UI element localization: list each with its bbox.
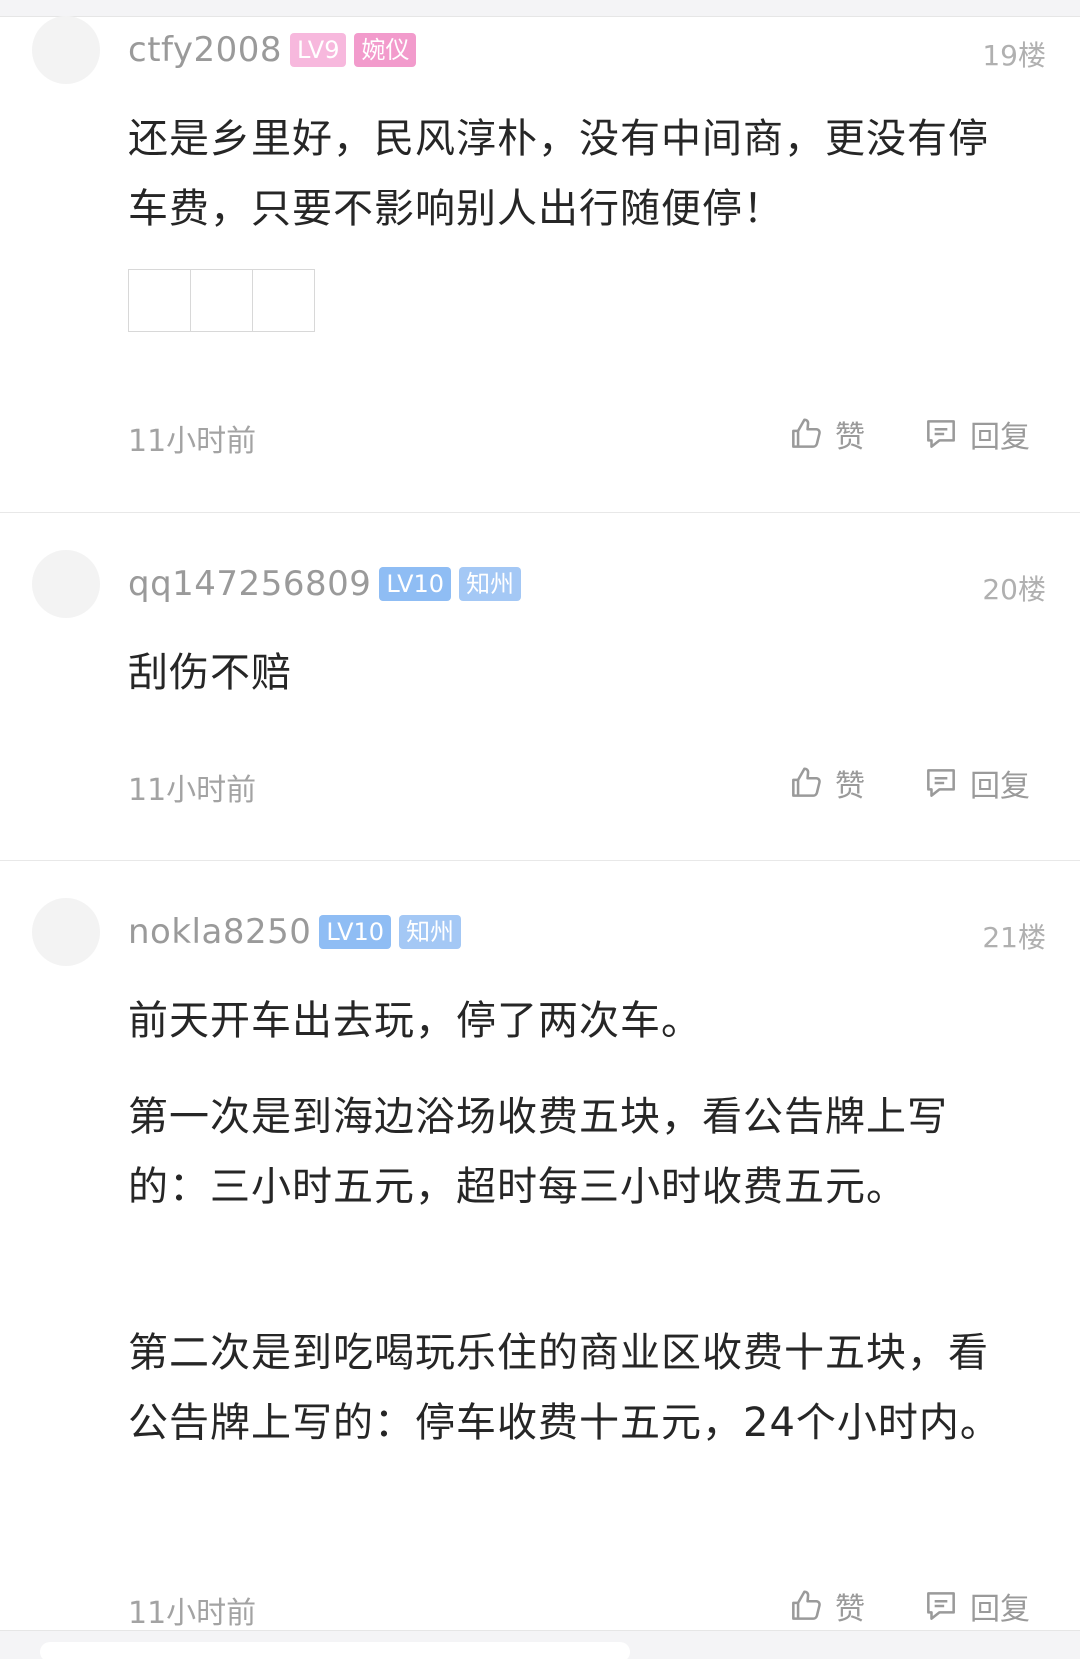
emoji-placeholder xyxy=(128,269,191,332)
username[interactable]: nokla8250 xyxy=(128,912,311,952)
like-button[interactable]: 赞 xyxy=(787,1584,865,1628)
reply-input-pill[interactable] xyxy=(40,1642,630,1662)
level-badge: LV10 xyxy=(379,567,452,601)
comment-header: ctfy2008 LV9 婉仪 xyxy=(128,28,417,72)
title-badge: 婉仪 xyxy=(354,33,417,67)
comment-paragraph: 第二次是到吃喝玩乐住的商业区收费十五块，看公告牌上写的：停车收费十五元，24个小… xyxy=(128,1330,1001,1446)
thumbs-up-icon xyxy=(792,1590,821,1620)
top-edge xyxy=(0,0,1080,17)
like-label: 赞 xyxy=(835,769,865,804)
divider xyxy=(0,860,1080,861)
username[interactable]: ctfy2008 xyxy=(128,30,282,70)
reply-button[interactable]: 回复 xyxy=(922,761,1030,805)
like-label: 赞 xyxy=(835,1592,865,1627)
avatar[interactable] xyxy=(32,16,100,84)
timestamp: 11小时前 xyxy=(128,773,257,808)
reply-label: 回复 xyxy=(970,420,1030,455)
like-button[interactable]: 赞 xyxy=(787,761,865,805)
comment-paragraph: 前天开车出去玩，停了两次车。 xyxy=(128,998,702,1044)
title-badge: 知州 xyxy=(399,915,462,949)
floor-number: 21楼 xyxy=(982,921,1046,954)
comment-bubble-icon xyxy=(927,769,955,797)
username[interactable]: qq147256809 xyxy=(128,564,371,604)
divider xyxy=(0,512,1080,513)
comment-bubble-icon xyxy=(927,420,955,448)
reply-label: 回复 xyxy=(970,1592,1030,1627)
comment-bubble-icon xyxy=(927,1592,955,1620)
emoji-placeholder xyxy=(252,269,315,332)
reply-label: 回复 xyxy=(970,769,1030,804)
timestamp: 11小时前 xyxy=(128,1596,257,1631)
comment-text: 刮伤不赔 xyxy=(128,650,292,696)
avatar[interactable] xyxy=(32,898,100,966)
emoji-placeholder-group xyxy=(128,269,315,332)
comment-paragraph: 第一次是到海边浴场收费五块，看公告牌上写的：三小时五元，超时每三小时收费五元。 xyxy=(128,1094,948,1210)
reply-button[interactable]: 回复 xyxy=(922,1584,1030,1628)
like-button[interactable]: 赞 xyxy=(787,412,865,456)
level-badge: LV10 xyxy=(319,915,392,949)
floor-number: 20楼 xyxy=(982,573,1046,606)
comment-text: 还是乡里好，民风淳朴，没有中间商，更没有停车费，只要不影响别人出行随便停！ xyxy=(128,116,989,232)
title-badge: 知州 xyxy=(459,567,522,601)
timestamp: 11小时前 xyxy=(128,424,257,459)
like-label: 赞 xyxy=(835,420,865,455)
comment-header: qq147256809 LV10 知州 xyxy=(128,562,522,606)
floor-number: 19楼 xyxy=(982,39,1046,72)
level-badge: LV9 xyxy=(290,33,347,67)
thumbs-up-icon xyxy=(792,418,821,448)
avatar[interactable] xyxy=(32,550,100,618)
thumbs-up-icon xyxy=(792,767,821,797)
reply-button[interactable]: 回复 xyxy=(922,412,1030,456)
emoji-placeholder xyxy=(190,269,253,332)
comment-header: nokla8250 LV10 知州 xyxy=(128,910,462,954)
